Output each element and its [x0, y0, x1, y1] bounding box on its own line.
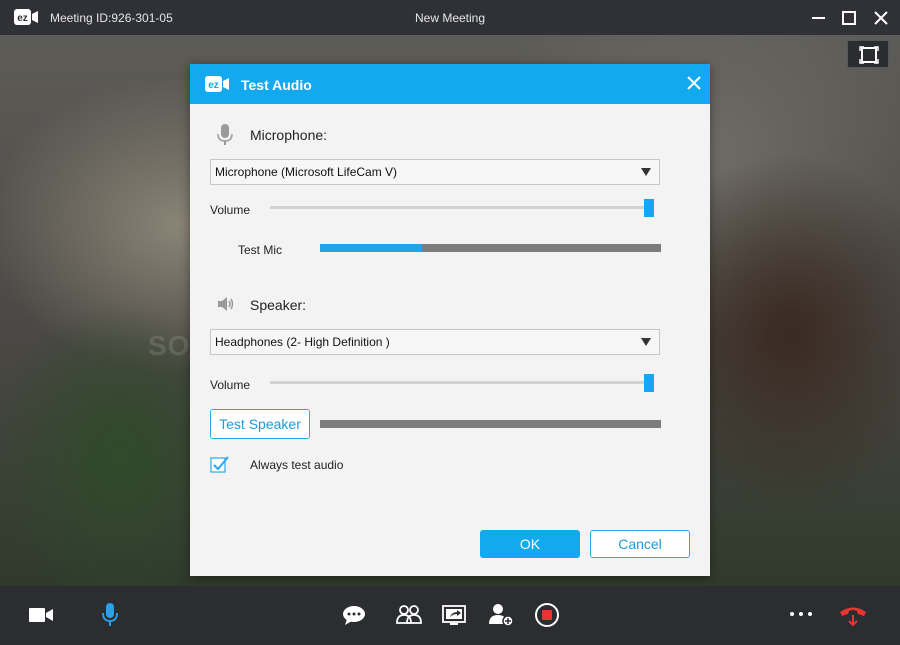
video-toggle-button[interactable]	[25, 600, 57, 630]
mic-volume-label: Volume	[210, 203, 251, 217]
more-icon	[790, 612, 812, 616]
dialog-title: Test Audio	[241, 77, 312, 93]
ok-button[interactable]: OK	[480, 530, 580, 558]
hang-up-icon	[840, 607, 866, 627]
test-mic-level-meter	[320, 244, 661, 252]
microphone-select[interactable]: Microphone (Microsoft LifeCam V)	[210, 159, 660, 185]
more-options-button[interactable]	[785, 600, 817, 630]
test-mic-level-fill	[320, 244, 423, 252]
record-button[interactable]	[531, 600, 563, 630]
app-logo-icon: ez	[205, 76, 230, 97]
test-mic-label: Test Mic	[238, 243, 283, 257]
fullscreen-icon	[859, 46, 879, 64]
hang-up-button[interactable]	[837, 600, 869, 630]
minimize-button[interactable]	[806, 5, 832, 31]
always-test-audio-checkbox[interactable]	[210, 456, 229, 473]
speaker-select-value: Headphones (2- High Definition )	[215, 335, 390, 349]
chat-button[interactable]	[338, 600, 370, 630]
cancel-button[interactable]: Cancel	[590, 530, 690, 558]
chevron-down-icon	[641, 338, 651, 346]
close-window-button[interactable]	[868, 5, 894, 31]
participants-button[interactable]	[393, 600, 425, 630]
meeting-toolbar	[0, 586, 900, 645]
share-screen-icon	[442, 605, 466, 625]
microphone-select-value: Microphone (Microsoft LifeCam V)	[215, 165, 398, 179]
test-audio-dialog: ez Test Audio Microphone: Microphone (Mi…	[190, 64, 710, 576]
title-bar: ez Meeting ID:926-301-05 New Meeting	[0, 0, 900, 35]
speaker-icon	[217, 295, 235, 318]
add-user-icon	[489, 604, 514, 627]
mic-volume-slider-thumb[interactable]	[644, 199, 654, 217]
svg-text:ez: ez	[208, 80, 219, 91]
add-user-button[interactable]	[485, 600, 517, 630]
share-screen-button[interactable]	[438, 600, 470, 630]
speaker-volume-label: Volume	[210, 378, 251, 392]
window-title: New Meeting	[414, 11, 486, 25]
dialog-close-button[interactable]	[685, 74, 703, 92]
participants-icon	[396, 605, 422, 624]
fullscreen-button[interactable]	[847, 40, 889, 68]
microphone-icon	[217, 124, 233, 151]
close-icon	[687, 76, 701, 90]
chat-icon	[343, 606, 365, 625]
speaker-label: Speaker:	[250, 297, 307, 313]
mute-button[interactable]	[94, 600, 126, 630]
speaker-select[interactable]: Headphones (2- High Definition )	[210, 329, 660, 355]
test-speaker-level-meter	[320, 420, 661, 428]
checkbox-checked-icon	[210, 456, 229, 473]
maximize-button[interactable]	[836, 5, 862, 31]
microphone-icon	[102, 603, 118, 626]
microphone-label: Microphone:	[250, 127, 328, 143]
always-test-audio-label: Always test audio	[250, 458, 344, 472]
record-icon	[535, 603, 559, 627]
chevron-down-icon	[641, 168, 651, 176]
speaker-volume-slider[interactable]	[270, 381, 654, 384]
mic-volume-slider[interactable]	[270, 206, 654, 209]
test-speaker-button[interactable]: Test Speaker	[210, 409, 310, 439]
speaker-volume-slider-thumb[interactable]	[644, 374, 654, 392]
video-camera-icon	[29, 608, 53, 622]
dialog-header: ez Test Audio	[190, 64, 710, 104]
